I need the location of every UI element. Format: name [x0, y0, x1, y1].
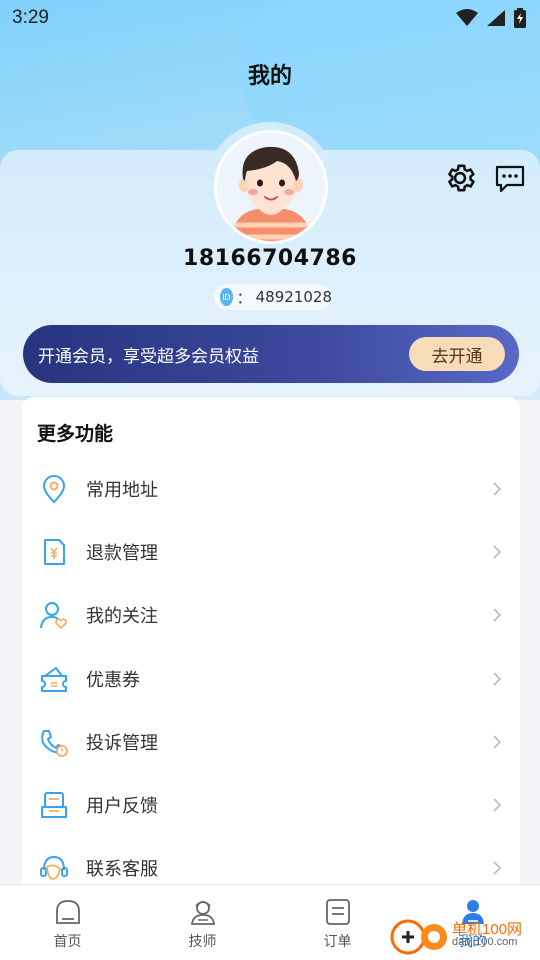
chevron-right-icon	[493, 545, 502, 559]
chevron-right-icon	[493, 608, 502, 622]
page-title: 我的	[247, 64, 292, 89]
tab-label: 首页	[53, 934, 82, 950]
menu-item-feedback[interactable]: 用户反馈	[22, 773, 520, 836]
watermark-text: 单机100网 danji100.com	[452, 922, 522, 948]
watermark-text-bottom: danji100.com	[452, 936, 518, 948]
user-id-value: 48921028	[255, 288, 332, 306]
menu-item-complaint[interactable]: 投诉管理	[22, 710, 520, 773]
settings-button[interactable]	[442, 160, 478, 196]
user-id-pill: ID ： 48921028	[214, 284, 332, 310]
status-bar: 3:29	[0, 0, 540, 36]
vip-banner-text: 开通会员，享受超多会员权益	[38, 346, 259, 367]
status-time: 3:29	[12, 7, 49, 28]
user-id-separator: ：	[236, 288, 252, 307]
watermark-text-top: 单机100网	[452, 921, 523, 938]
wifi-icon	[456, 9, 478, 26]
menu-item-label: 用户反馈	[86, 796, 158, 818]
tab-label: 订单	[323, 934, 352, 950]
complaint-phone-icon	[38, 726, 70, 758]
menu-item-label: 联系客服	[86, 859, 158, 881]
chevron-right-icon	[493, 671, 502, 686]
message-icon	[495, 165, 525, 193]
menu-item-coupon[interactable]: 优惠券	[22, 647, 520, 710]
technician-icon	[190, 901, 215, 925]
vip-open-button[interactable]: 去开通	[409, 337, 505, 371]
menu-list: 常用地址 退款管理 我的关注 优惠券 投诉管理 用户反馈 联系客服	[22, 457, 520, 900]
status-icons	[456, 8, 526, 28]
menu-item-label: 常用地址	[86, 479, 158, 501]
gear-icon	[448, 164, 475, 192]
battery-icon	[514, 8, 526, 28]
menu-item-address[interactable]: 常用地址	[22, 457, 520, 520]
id-badge-icon: ID	[220, 288, 233, 306]
coupon-icon	[38, 663, 70, 695]
home-icon	[55, 900, 80, 924]
menu-item-label: 投诉管理	[86, 732, 158, 754]
user-phone-number: 18166704786	[183, 246, 357, 271]
chevron-right-icon	[493, 482, 502, 496]
tab-orders[interactable]: 订单	[270, 885, 405, 960]
tab-technician[interactable]: 技师	[135, 885, 270, 960]
menu-item-refund[interactable]: 退款管理	[22, 520, 520, 583]
more-functions-card: 更多功能 常用地址 退款管理 我的关注 优惠券 投诉管理 用户反馈 联系客服	[22, 397, 520, 917]
watermark-logo-icon	[388, 915, 450, 955]
menu-item-label: 退款管理	[86, 542, 158, 564]
feedback-icon	[38, 789, 70, 821]
tab-label: 技师	[188, 934, 217, 950]
signal-icon	[487, 10, 505, 26]
site-watermark: 单机100网 danji100.com	[388, 915, 522, 955]
refund-document-icon	[38, 536, 70, 568]
follow-user-heart-icon	[38, 599, 70, 631]
location-pin-icon	[38, 473, 70, 505]
menu-item-label: 优惠券	[86, 669, 140, 691]
customer-service-headset-icon	[38, 852, 70, 884]
message-button[interactable]	[492, 162, 528, 196]
order-list-icon	[325, 899, 350, 925]
menu-section-title: 更多功能	[37, 423, 114, 445]
menu-item-follow[interactable]: 我的关注	[22, 584, 520, 647]
tab-home[interactable]: 首页	[0, 885, 135, 960]
vip-membership-banner[interactable]: 开通会员，享受超多会员权益 去开通	[23, 325, 519, 383]
chevron-right-icon	[493, 735, 502, 749]
avatar[interactable]	[214, 130, 328, 244]
avatar-illustration	[217, 133, 325, 241]
menu-item-label: 我的关注	[86, 606, 158, 628]
chevron-right-icon	[493, 798, 502, 812]
chevron-right-icon	[493, 861, 502, 875]
